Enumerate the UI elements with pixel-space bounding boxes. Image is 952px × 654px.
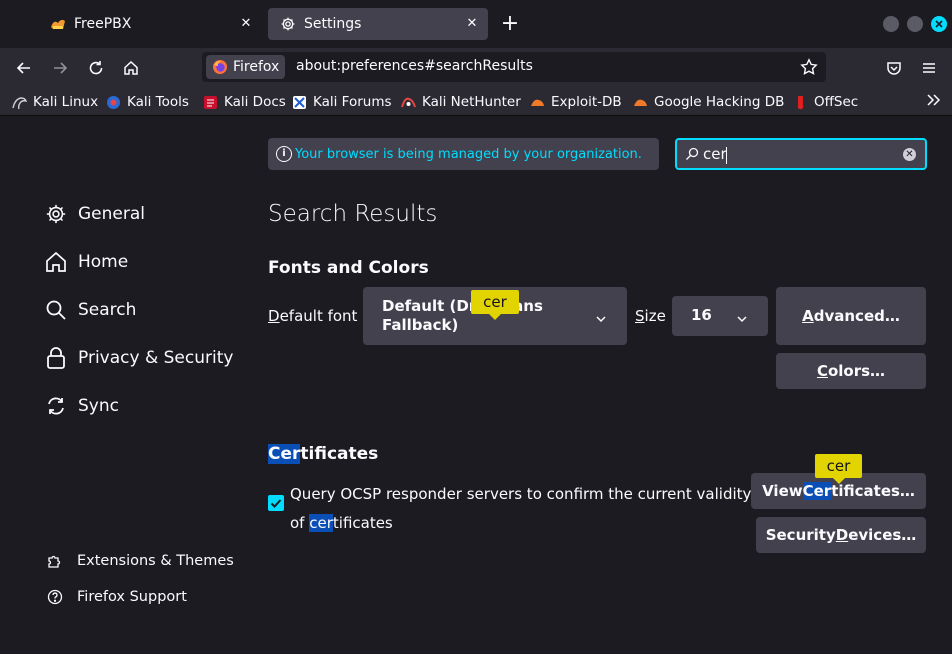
tab-freepbx[interactable]: FreePBX ✕	[38, 8, 262, 40]
kali-dragon-icon	[12, 95, 28, 110]
category-search[interactable]: Search	[44, 296, 136, 324]
ocsp-checkbox[interactable]	[268, 495, 284, 511]
reload-icon	[89, 61, 103, 75]
firefox-logo-icon	[212, 59, 228, 75]
bookmark-kali-docs[interactable]: Kali Docs	[203, 93, 286, 111]
ocsp-checkbox-label[interactable]: Query OCSP responder servers to confirm …	[290, 480, 755, 538]
arrow-left-icon	[16, 62, 30, 74]
preferences-search-field[interactable]: cer ✕	[675, 138, 927, 170]
clear-search-icon[interactable]: ✕	[903, 148, 916, 161]
url-text[interactable]: about:preferences#searchResults	[296, 58, 533, 74]
tab-strip: FreePBX ✕ Settings ✕ +	[0, 0, 952, 48]
close-tab-icon[interactable]: ✕	[464, 16, 480, 32]
bookmarks-toolbar: Kali Linux Kali Tools Kali Docs Kali For…	[0, 88, 952, 116]
gear-icon	[280, 16, 296, 32]
chevron-double-right-icon	[926, 93, 942, 111]
app-menu-button[interactable]	[915, 54, 943, 82]
help-icon	[46, 588, 64, 606]
bookmark-kali-nethunter[interactable]: Kali NetHunter	[401, 93, 521, 111]
close-tab-icon[interactable]: ✕	[238, 16, 254, 32]
offsec-icon	[793, 95, 808, 110]
bookmark-kali-tools[interactable]: Kali Tools	[106, 93, 189, 111]
font-size-select[interactable]: 16	[672, 296, 768, 336]
tab-title: FreePBX	[74, 16, 132, 32]
forward-button[interactable]	[46, 54, 74, 82]
category-home[interactable]: Home	[44, 248, 128, 276]
search-match-badge: cer	[471, 290, 519, 320]
bookmark-star-icon[interactable]	[800, 58, 818, 76]
category-sync[interactable]: Sync	[44, 392, 119, 420]
search-match-badge: cer	[815, 454, 862, 484]
kali-tools-icon	[106, 95, 121, 110]
security-devices-button[interactable]: Security Devices…	[756, 517, 926, 553]
home-icon	[44, 250, 68, 274]
pocket-button[interactable]	[880, 54, 908, 82]
firefox-support-link[interactable]: Firefox Support	[46, 588, 187, 606]
identity-box[interactable]: Firefox	[206, 55, 286, 79]
sync-icon	[44, 394, 68, 418]
certificates-heading: Certificates	[268, 444, 379, 464]
policies-banner[interactable]: i Your browser is being managed by your …	[268, 138, 659, 170]
bookmark-exploit-db[interactable]: Exploit-DB	[530, 93, 622, 111]
font-size-value: 16	[691, 306, 712, 324]
hamburger-menu-icon	[923, 63, 935, 73]
url-bar[interactable]: Firefox about:preferences#searchResults	[202, 52, 826, 82]
freepbx-icon	[50, 16, 66, 32]
arrow-right-icon	[54, 62, 68, 74]
bookmark-kali-linux[interactable]: Kali Linux	[12, 93, 98, 111]
reload-button[interactable]	[82, 54, 110, 82]
category-privacy-security[interactable]: Privacy & Security	[44, 344, 233, 372]
text-caret	[726, 147, 727, 164]
puzzle-icon	[46, 552, 64, 570]
checkmark-icon	[270, 499, 282, 508]
kali-forums-icon	[292, 95, 307, 110]
pocket-icon	[887, 62, 901, 75]
new-tab-button[interactable]: +	[496, 12, 524, 36]
bookmarks-overflow-button[interactable]	[926, 93, 942, 111]
maximize-window-button[interactable]	[907, 16, 923, 32]
font-size-label: Size	[635, 307, 666, 325]
lock-icon	[44, 346, 68, 370]
chevron-down-icon	[736, 310, 748, 329]
identity-label: Firefox	[233, 59, 280, 75]
nethunter-icon	[401, 95, 416, 110]
gear-icon	[44, 202, 68, 226]
kali-docs-icon	[203, 95, 218, 110]
exploit-db-icon	[530, 95, 545, 110]
category-general[interactable]: General	[44, 200, 145, 228]
colors-button[interactable]: Colors…	[776, 353, 926, 389]
ghdb-icon	[633, 95, 648, 110]
search-icon	[44, 298, 68, 322]
default-font-label: Default font	[268, 307, 358, 325]
policies-banner-text: Your browser is being managed by your or…	[295, 146, 642, 162]
info-icon: i	[276, 146, 292, 162]
extensions-themes-link[interactable]: Extensions & Themes	[46, 552, 234, 570]
search-icon	[685, 146, 699, 165]
tab-title: Settings	[304, 16, 362, 32]
bookmark-kali-forums[interactable]: Kali Forums	[292, 93, 392, 111]
bookmark-google-hacking-db[interactable]: Google Hacking DB	[633, 93, 784, 111]
fonts-colors-heading: Fonts and Colors	[268, 258, 429, 278]
search-input[interactable]: cer	[703, 145, 727, 163]
close-window-button[interactable]	[931, 16, 947, 32]
back-button[interactable]	[10, 54, 38, 82]
home-button[interactable]	[117, 54, 145, 82]
bookmark-offsec[interactable]: OffSec	[793, 93, 858, 111]
home-icon	[124, 60, 138, 75]
chevron-down-icon	[595, 310, 607, 329]
minimize-window-button[interactable]	[883, 16, 899, 32]
tab-settings[interactable]: Settings ✕	[268, 8, 488, 40]
page-title: Search Results	[268, 201, 438, 227]
advanced-fonts-button[interactable]: Advanced…	[776, 287, 926, 345]
